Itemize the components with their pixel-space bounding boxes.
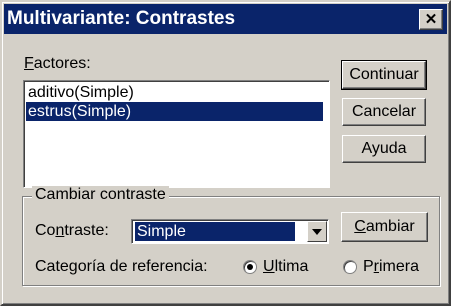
help-button[interactable]: Ayuda [342, 135, 426, 163]
radio-last[interactable] [243, 260, 257, 274]
continue-button[interactable]: Continuar [341, 60, 427, 90]
list-item[interactable]: aditivo(Simple) [26, 83, 323, 102]
contrast-label: Contraste: [35, 222, 109, 239]
change-button[interactable]: Cambiar [341, 212, 428, 242]
close-icon: ✕ [424, 11, 438, 28]
dropdown-button[interactable] [307, 221, 327, 242]
radio-first-label[interactable]: Primera [363, 258, 419, 276]
close-button[interactable]: ✕ [419, 9, 443, 30]
reference-category-label: Categoría de referencia: [35, 258, 208, 275]
window-title: Multivariante: Contrastes [7, 8, 236, 29]
contrast-value: Simple [135, 222, 295, 241]
title-bar[interactable]: Multivariante: Contrastes ✕ [4, 4, 447, 34]
radio-first[interactable] [343, 260, 357, 274]
radio-last-label[interactable]: Ultima [263, 258, 308, 276]
factors-listbox[interactable]: aditivo(Simple) estrus(Simple) [23, 80, 330, 188]
factors-label: Factores: [24, 55, 91, 72]
contrast-select[interactable]: Simple [131, 219, 329, 244]
cancel-button[interactable]: Cancelar [342, 98, 426, 126]
group-title: Cambiar contraste [32, 186, 169, 204]
radio-selected-dot [247, 264, 253, 270]
list-item[interactable]: estrus(Simple) [26, 102, 323, 121]
chevron-down-icon [312, 229, 322, 235]
